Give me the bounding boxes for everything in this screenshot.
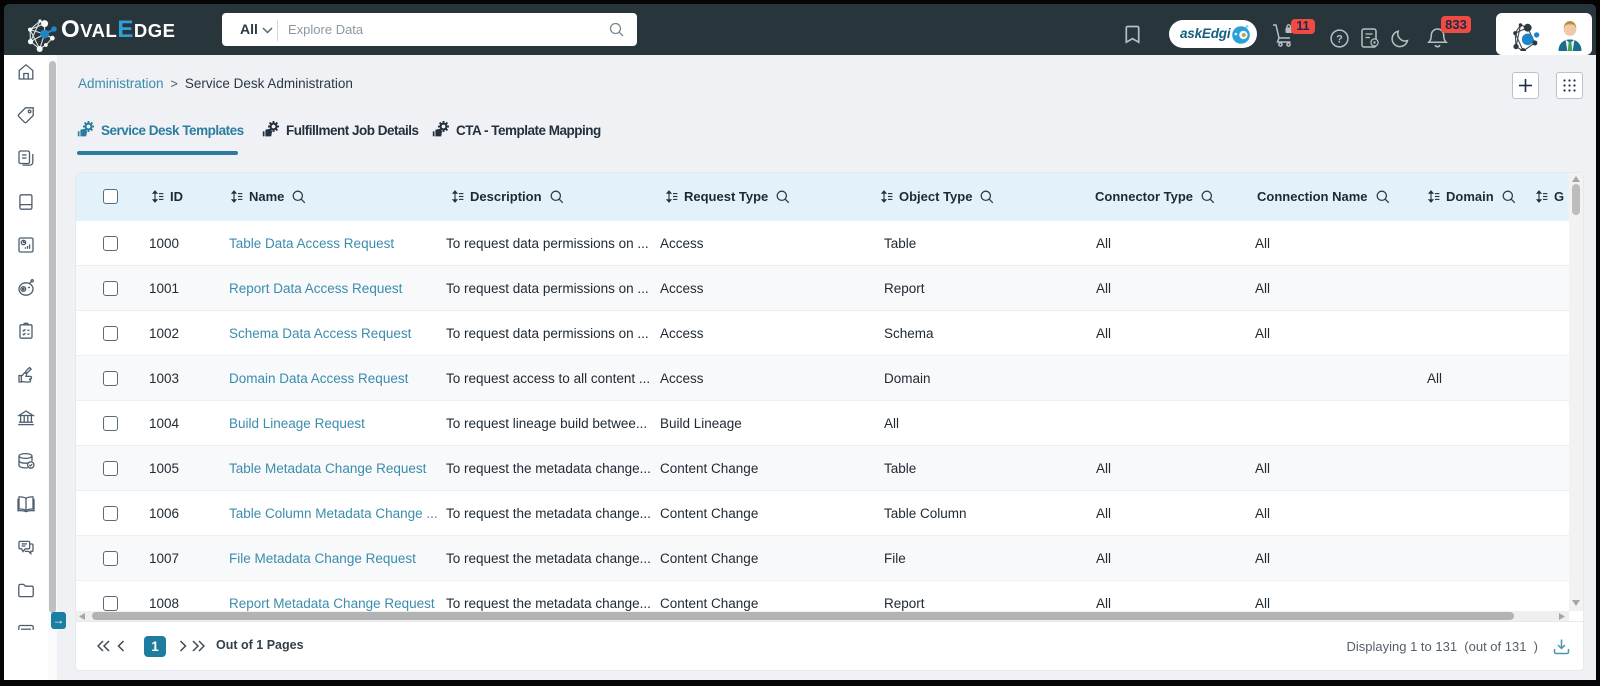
svg-text:?: ? xyxy=(1336,34,1343,46)
